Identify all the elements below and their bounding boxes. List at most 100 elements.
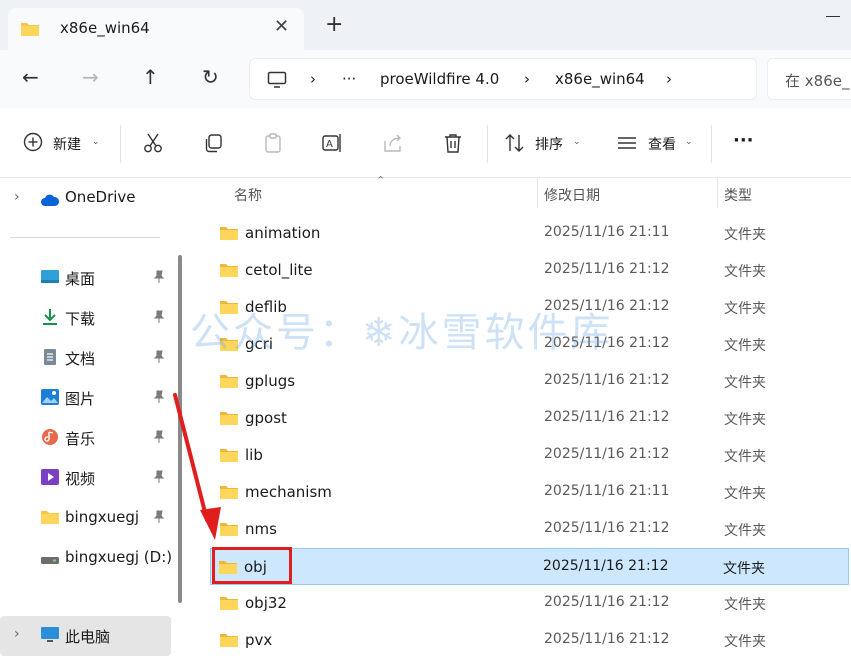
sidebar-item-this-pc[interactable]: › 此电脑	[0, 616, 171, 656]
sort-ascending-icon: ⌃	[376, 174, 386, 187]
more-options-button[interactable]: ···	[733, 130, 754, 151]
table-row[interactable]: cetol_lite 2025/11/16 21:12 文件夹	[212, 252, 851, 289]
sidebar-item-label: 桌面	[65, 270, 96, 288]
table-row[interactable]: gpost 2025/11/16 21:12 文件夹	[212, 400, 851, 437]
breadcrumb-separator: ›	[310, 70, 316, 88]
sidebar-item-bingxuegj[interactable]: bingxuegj	[0, 498, 171, 538]
close-tab-button[interactable]: ✕	[274, 16, 289, 37]
delete-button[interactable]	[442, 132, 464, 154]
column-header-modified[interactable]: 修改日期	[544, 185, 600, 205]
table-row[interactable]: obj32 2025/11/16 21:12 文件夹	[212, 585, 851, 622]
folder-icon	[41, 511, 59, 524]
sidebar-item-documents[interactable]: 文档	[0, 338, 171, 378]
file-type: 文件夹	[724, 264, 766, 280]
column-separator[interactable]	[717, 178, 718, 208]
tab-title: x86e_win64	[60, 19, 150, 37]
address-bar[interactable]: › ··· proeWildfire 4.0 › x86e_win64 ›	[249, 58, 757, 100]
file-name: gcri	[245, 335, 274, 353]
folder-icon	[21, 23, 39, 36]
pin-icon[interactable]	[152, 310, 166, 324]
share-button[interactable]	[382, 132, 404, 154]
up-button[interactable]: ↑	[142, 67, 159, 87]
clipboard-icon	[265, 133, 281, 153]
forward-button[interactable]: →	[82, 67, 99, 87]
navigation-scrollbar[interactable]	[178, 255, 182, 603]
file-modified-date: 2025/11/16 21:12	[544, 372, 670, 388]
chevron-down-icon: ⌄	[685, 137, 693, 147]
search-placeholder: 在 x86e_	[785, 72, 850, 90]
paste-button[interactable]	[262, 132, 284, 154]
pin-icon[interactable]	[152, 510, 166, 524]
breadcrumb-proewildfire[interactable]: proeWildfire 4.0	[380, 70, 499, 88]
column-header-name[interactable]: 名称	[234, 185, 262, 205]
sidebar-item-videos[interactable]: 视频	[0, 458, 171, 498]
chevron-right-icon[interactable]: ›	[14, 626, 20, 642]
file-type: 文件夹	[724, 449, 766, 465]
cut-button[interactable]	[142, 132, 164, 154]
sort-button[interactable]	[504, 132, 526, 154]
new-button[interactable]	[23, 132, 43, 152]
breadcrumb-overflow[interactable]: ···	[342, 70, 356, 88]
table-row[interactable]: mechanism 2025/11/16 21:11 文件夹	[212, 474, 851, 511]
sidebar-item-onedrive[interactable]: OneDrive	[0, 178, 171, 218]
chevron-down-icon: ⌄	[92, 137, 100, 147]
file-name: nms	[245, 520, 277, 538]
refresh-button[interactable]: ↻	[202, 67, 219, 87]
tab-x86e-win64[interactable]: x86e_win64 ✕	[8, 8, 304, 50]
sidebar-item-music[interactable]: 音乐	[0, 418, 171, 458]
file-modified-date: 2025/11/16 21:12	[544, 594, 670, 610]
file-modified-date: 2025/11/16 21:12	[544, 261, 670, 277]
table-row[interactable]: lib 2025/11/16 21:12 文件夹	[212, 437, 851, 474]
folder-icon	[220, 412, 238, 425]
file-name: gplugs	[245, 372, 296, 390]
pin-icon[interactable]	[152, 270, 166, 284]
copy-button[interactable]	[202, 132, 224, 154]
sidebar-item-label: OneDrive	[65, 188, 136, 206]
pin-icon[interactable]	[152, 430, 166, 444]
folder-icon	[220, 301, 238, 314]
file-modified-date: 2025/11/16 21:12	[543, 558, 669, 574]
sidebar-item-downloads[interactable]: 下载	[0, 298, 171, 338]
file-modified-date: 2025/11/16 21:12	[544, 631, 670, 647]
column-header-type[interactable]: 类型	[724, 185, 752, 205]
minimize-button[interactable]	[826, 16, 840, 17]
pin-icon[interactable]	[152, 390, 166, 404]
rename-button[interactable]: A	[321, 132, 345, 154]
table-row[interactable]: pvx 2025/11/16 21:12 文件夹	[212, 622, 851, 659]
new-tab-button[interactable]: +	[325, 14, 343, 36]
sidebar-item-drive-d[interactable]: bingxuegj (D:)	[0, 538, 172, 578]
copy-icon	[205, 134, 222, 153]
new-button-label[interactable]: 新建	[53, 134, 81, 154]
view-button-label[interactable]: 查看	[648, 134, 676, 154]
folder-icon	[220, 523, 238, 536]
folder-icon	[220, 634, 238, 647]
pin-icon[interactable]	[152, 350, 166, 364]
table-row-selected[interactable]: obj 2025/11/16 21:12 文件夹	[210, 548, 849, 585]
file-modified-date: 2025/11/16 21:12	[544, 298, 670, 314]
folder-icon	[219, 561, 237, 574]
table-row[interactable]: nms 2025/11/16 21:12 文件夹	[212, 511, 851, 548]
back-button[interactable]: ←	[22, 67, 39, 87]
scissors-icon	[144, 133, 162, 153]
sidebar-item-pictures[interactable]: 图片	[0, 378, 171, 418]
search-box[interactable]: 在 x86e_	[767, 58, 851, 100]
file-type: 文件夹	[723, 561, 765, 577]
table-row[interactable]: animation 2025/11/16 21:11 文件夹	[212, 215, 851, 252]
table-row[interactable]: gcri 2025/11/16 21:12 文件夹	[212, 326, 851, 363]
breadcrumb-separator[interactable]: ›	[666, 70, 672, 88]
table-row[interactable]: gplugs 2025/11/16 21:12 文件夹	[212, 363, 851, 400]
file-modified-date: 2025/11/16 21:12	[544, 520, 670, 536]
breadcrumb-x86e-win64[interactable]: x86e_win64	[555, 70, 645, 88]
sort-button-label[interactable]: 排序	[535, 134, 563, 154]
file-modified-date: 2025/11/16 21:11	[544, 483, 670, 499]
pin-icon[interactable]	[152, 470, 166, 484]
view-button[interactable]	[616, 132, 638, 154]
command-bar: 新建 ⌄ A 排序 ⌄ 查看 ⌄ ···	[0, 108, 851, 178]
table-row[interactable]: deflib 2025/11/16 21:12 文件夹	[212, 289, 851, 326]
file-name: obj	[244, 558, 267, 576]
sidebar-item-desktop[interactable]: 桌面	[0, 258, 171, 298]
document-icon	[44, 349, 56, 365]
folder-icon	[220, 449, 238, 462]
navigation-pane: › OneDrive 桌面 下载 文档 图片 音乐 视频 bingxuegj b…	[0, 178, 173, 662]
column-separator[interactable]	[537, 178, 538, 208]
